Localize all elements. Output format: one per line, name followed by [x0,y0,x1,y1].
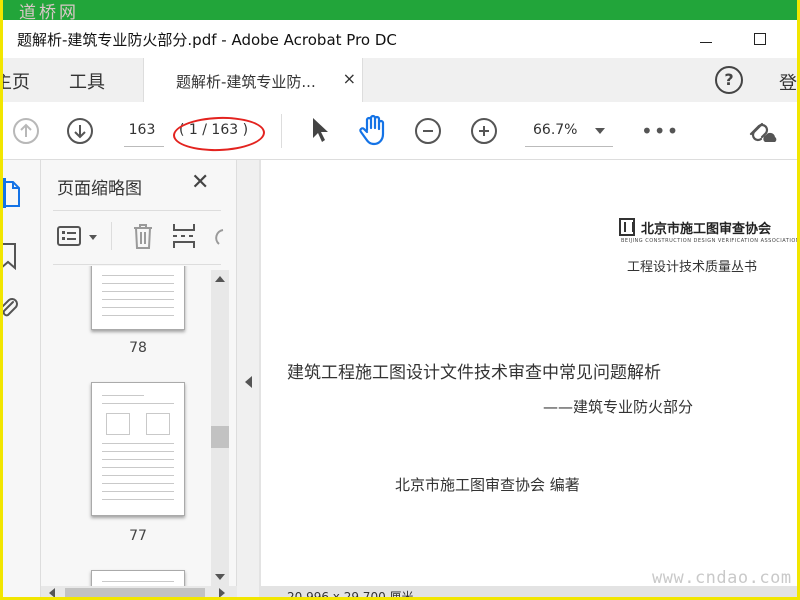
thumbnail-options-icon[interactable] [57,226,81,246]
cursor-icon [313,118,328,142]
tab-home[interactable]: 主页 [3,68,30,94]
arrow-up-icon [20,123,32,137]
panel-toolbar-divider [111,222,112,250]
chevron-down-icon[interactable] [89,235,97,240]
sign-in-button[interactable]: 登 [779,69,797,95]
panel-collapse-strip[interactable] [237,160,259,597]
previous-page-button[interactable] [13,118,39,144]
scroll-right-arrow[interactable] [219,588,225,597]
chevron-down-icon[interactable] [595,128,605,134]
tab-document-label: 题解析-建筑专业防... [176,73,316,91]
thumbnail-page-label: 77 [129,528,147,544]
zoom-out-button[interactable] [415,118,441,144]
association-english-name: BEIJING CONSTRUCTION DESIGN VERIFICATION… [621,238,800,244]
trash-icon [134,224,152,249]
scroll-up-arrow[interactable] [215,276,225,282]
association-logo-icon [619,218,635,236]
red-highlight-oval [172,115,266,153]
thumbnail-vertical-scrollbar[interactable] [211,270,229,586]
watermark-url: www.cndao.com [652,568,792,588]
panel-title: 页面缩略图 [57,179,142,199]
page-thumbnails-icon[interactable] [0,180,23,208]
delete-page-button[interactable] [131,222,155,254]
arrow-down-icon [74,125,86,139]
share-link-button[interactable] [745,116,779,150]
maximize-icon [754,33,766,45]
close-tab-icon[interactable]: × [343,69,356,88]
document-author: 北京市施工图审查协会 编著 [395,476,580,494]
thumbnails-panel: 页面缩略图 ✕ 78 77 [41,160,237,597]
main-toolbar: 163 ( 1 / 163 ) 66.7% ••• [3,102,797,160]
hand-icon [359,114,385,146]
thumbnail-page-label: 78 [129,340,147,356]
zoom-underline [525,146,613,147]
rotate-page-button[interactable] [213,222,225,254]
window-title: 题解析-建筑专业防火部分.pdf - Adobe Acrobat Pro DC [17,31,397,49]
close-panel-icon[interactable]: ✕ [191,170,209,195]
collapse-panel-icon[interactable] [245,376,252,388]
page-thumbnail[interactable] [91,382,185,516]
left-navigation-rail [0,160,41,597]
scroll-down-arrow[interactable] [215,574,225,580]
toolbar-divider [281,114,282,148]
minimize-button[interactable] [691,28,721,50]
thumbnail-horizontal-scrollbar[interactable] [41,586,237,597]
pdf-page: 北京市施工图审查协会 BEIJING CONSTRUCTION DESIGN V… [261,160,800,586]
next-page-button[interactable] [67,118,93,144]
document-view[interactable]: 北京市施工图审查协会 BEIJING CONSTRUCTION DESIGN V… [259,160,800,600]
rotate-icon [215,229,224,245]
scrollbar-thumb[interactable] [65,588,205,597]
hand-tool-button[interactable] [358,114,388,150]
extract-page-button[interactable] [171,222,197,254]
tab-document[interactable]: 题解析-建筑专业防... × [143,58,363,102]
panel-divider [53,264,221,265]
panel-divider [53,210,221,211]
extract-pages-icon [173,224,195,248]
zoom-level-value[interactable]: 66.7% [533,122,577,138]
page-number-input[interactable]: 163 [124,122,160,138]
minimize-icon [700,41,712,43]
page-thumbnail[interactable] [91,266,185,330]
page-number-underline [124,146,164,147]
more-tools-icon[interactable]: ••• [641,119,679,143]
association-name: 北京市施工图审查协会 [641,222,772,237]
tab-bar: 主页 工具 题解析-建筑专业防... × ? 登 [3,58,797,102]
zoom-in-button[interactable] [471,118,497,144]
tab-tools[interactable]: 工具 [69,68,105,94]
scrollbar-thumb[interactable] [211,426,229,448]
attachment-icon[interactable] [0,296,19,322]
thumbnail-list: 78 77 [41,266,209,588]
screen-frame: 道桥网 题解析-建筑专业防火部分.pdf - Adobe Acrobat Pro… [0,0,800,600]
link-cloud-icon [749,122,777,142]
maximize-button[interactable] [745,28,775,50]
document-title: 建筑工程施工图设计文件技术审查中常见问题解析 [287,363,661,383]
plus-icon [479,126,489,136]
bookmark-icon[interactable] [0,242,19,270]
select-tool-button[interactable] [309,116,331,148]
scroll-left-arrow[interactable] [49,588,55,597]
document-subtitle: ——建筑专业防火部分 [543,398,694,416]
page-dimensions: 20.996 x 29.700 厘米 [287,590,414,600]
top-color-bar [3,0,797,20]
book-series: 工程设计技术质量丛书 [627,260,758,275]
minus-icon [423,130,433,132]
window-titlebar: 题解析-建筑专业防火部分.pdf - Adobe Acrobat Pro DC [3,20,797,58]
help-icon[interactable]: ? [715,66,743,94]
